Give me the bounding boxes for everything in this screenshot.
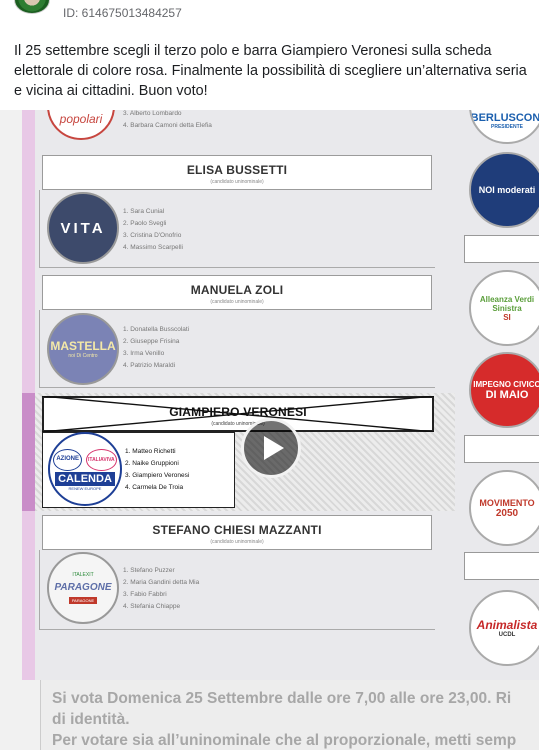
symbol-movimento-2050: MOVIMENTO 2050 [469,470,539,546]
post-text: Il 25 settembre scegli il terzo polo e b… [14,43,527,99]
avatar[interactable] [14,0,50,14]
symbol-impegno-civico: IMPEGNO CIVICO DI MAIO [469,352,539,428]
candidate-box-chiesi-mazzanti: STEFANO CHIESI MAZZANTI (candidato unino… [42,515,432,550]
symbol-berlusconi: BERLUSCONI PRESIDENTE [469,110,539,144]
video-play-button[interactable] [241,418,301,478]
candidate-box-veronesi: GIAMPIERO VERONESI (candidato uninominal… [42,396,434,432]
list-chiesi-mazzanti: Stefano Puzzer Maria Gandini detta Mia F… [123,565,199,613]
symbol-mastella: MASTELLA noi Di Centro [47,313,119,385]
list-top: Alberto Lombardo Barbara Camoni detta El… [123,110,212,132]
symbol-popolari: popolari [47,110,115,140]
ballot-right-column: BERLUSCONI PRESIDENTE NOI moderati Allea… [444,110,539,680]
play-icon [264,436,284,460]
post-id: ID: 614675013484257 [63,6,182,20]
candidate-box-bussetti: ELISA BUSSETTI (candidato uninominale) [42,155,432,190]
ballot-pink-strip-active [22,393,35,511]
post-header: ID: 614675013484257 [0,0,539,30]
ballot-image: popolari Alberto Lombardo Barbara Camoni… [22,110,539,680]
list-veronesi: Matteo Richetti Naike Gruppioni Giampier… [125,446,189,494]
symbol-paragone: ITALEXIT PARAGONE PARAGONE [47,552,119,624]
voting-info-text: Si vota Domenica 25 Settembre dalle ore … [52,690,517,749]
voting-info-panel: Si vota Domenica 25 Settembre dalle ore … [40,680,539,750]
symbol-vita: VITA [47,192,119,264]
symbol-noi-moderati: NOI moderati [469,152,539,228]
cross-mark [42,396,434,432]
list-bussetti: Sara Cunial Paolo Svegli Cristina D'Onof… [123,206,183,254]
candidate-box-zoli: MANUELA ZOLI (candidato uninominale) [42,275,432,310]
symbol-animalista: Animalista UCDL [469,590,539,666]
post-media[interactable]: popolari Alberto Lombardo Barbara Camoni… [0,110,539,750]
symbol-avs: Alleanza Verdi Sinistra SI [469,270,539,346]
list-zoli: Donatella Busscolati Giuseppe Frisina Ir… [123,324,189,372]
symbol-calenda: AZIONE ITALIAVIVA CALENDA RENEW EUROPE [48,432,122,506]
